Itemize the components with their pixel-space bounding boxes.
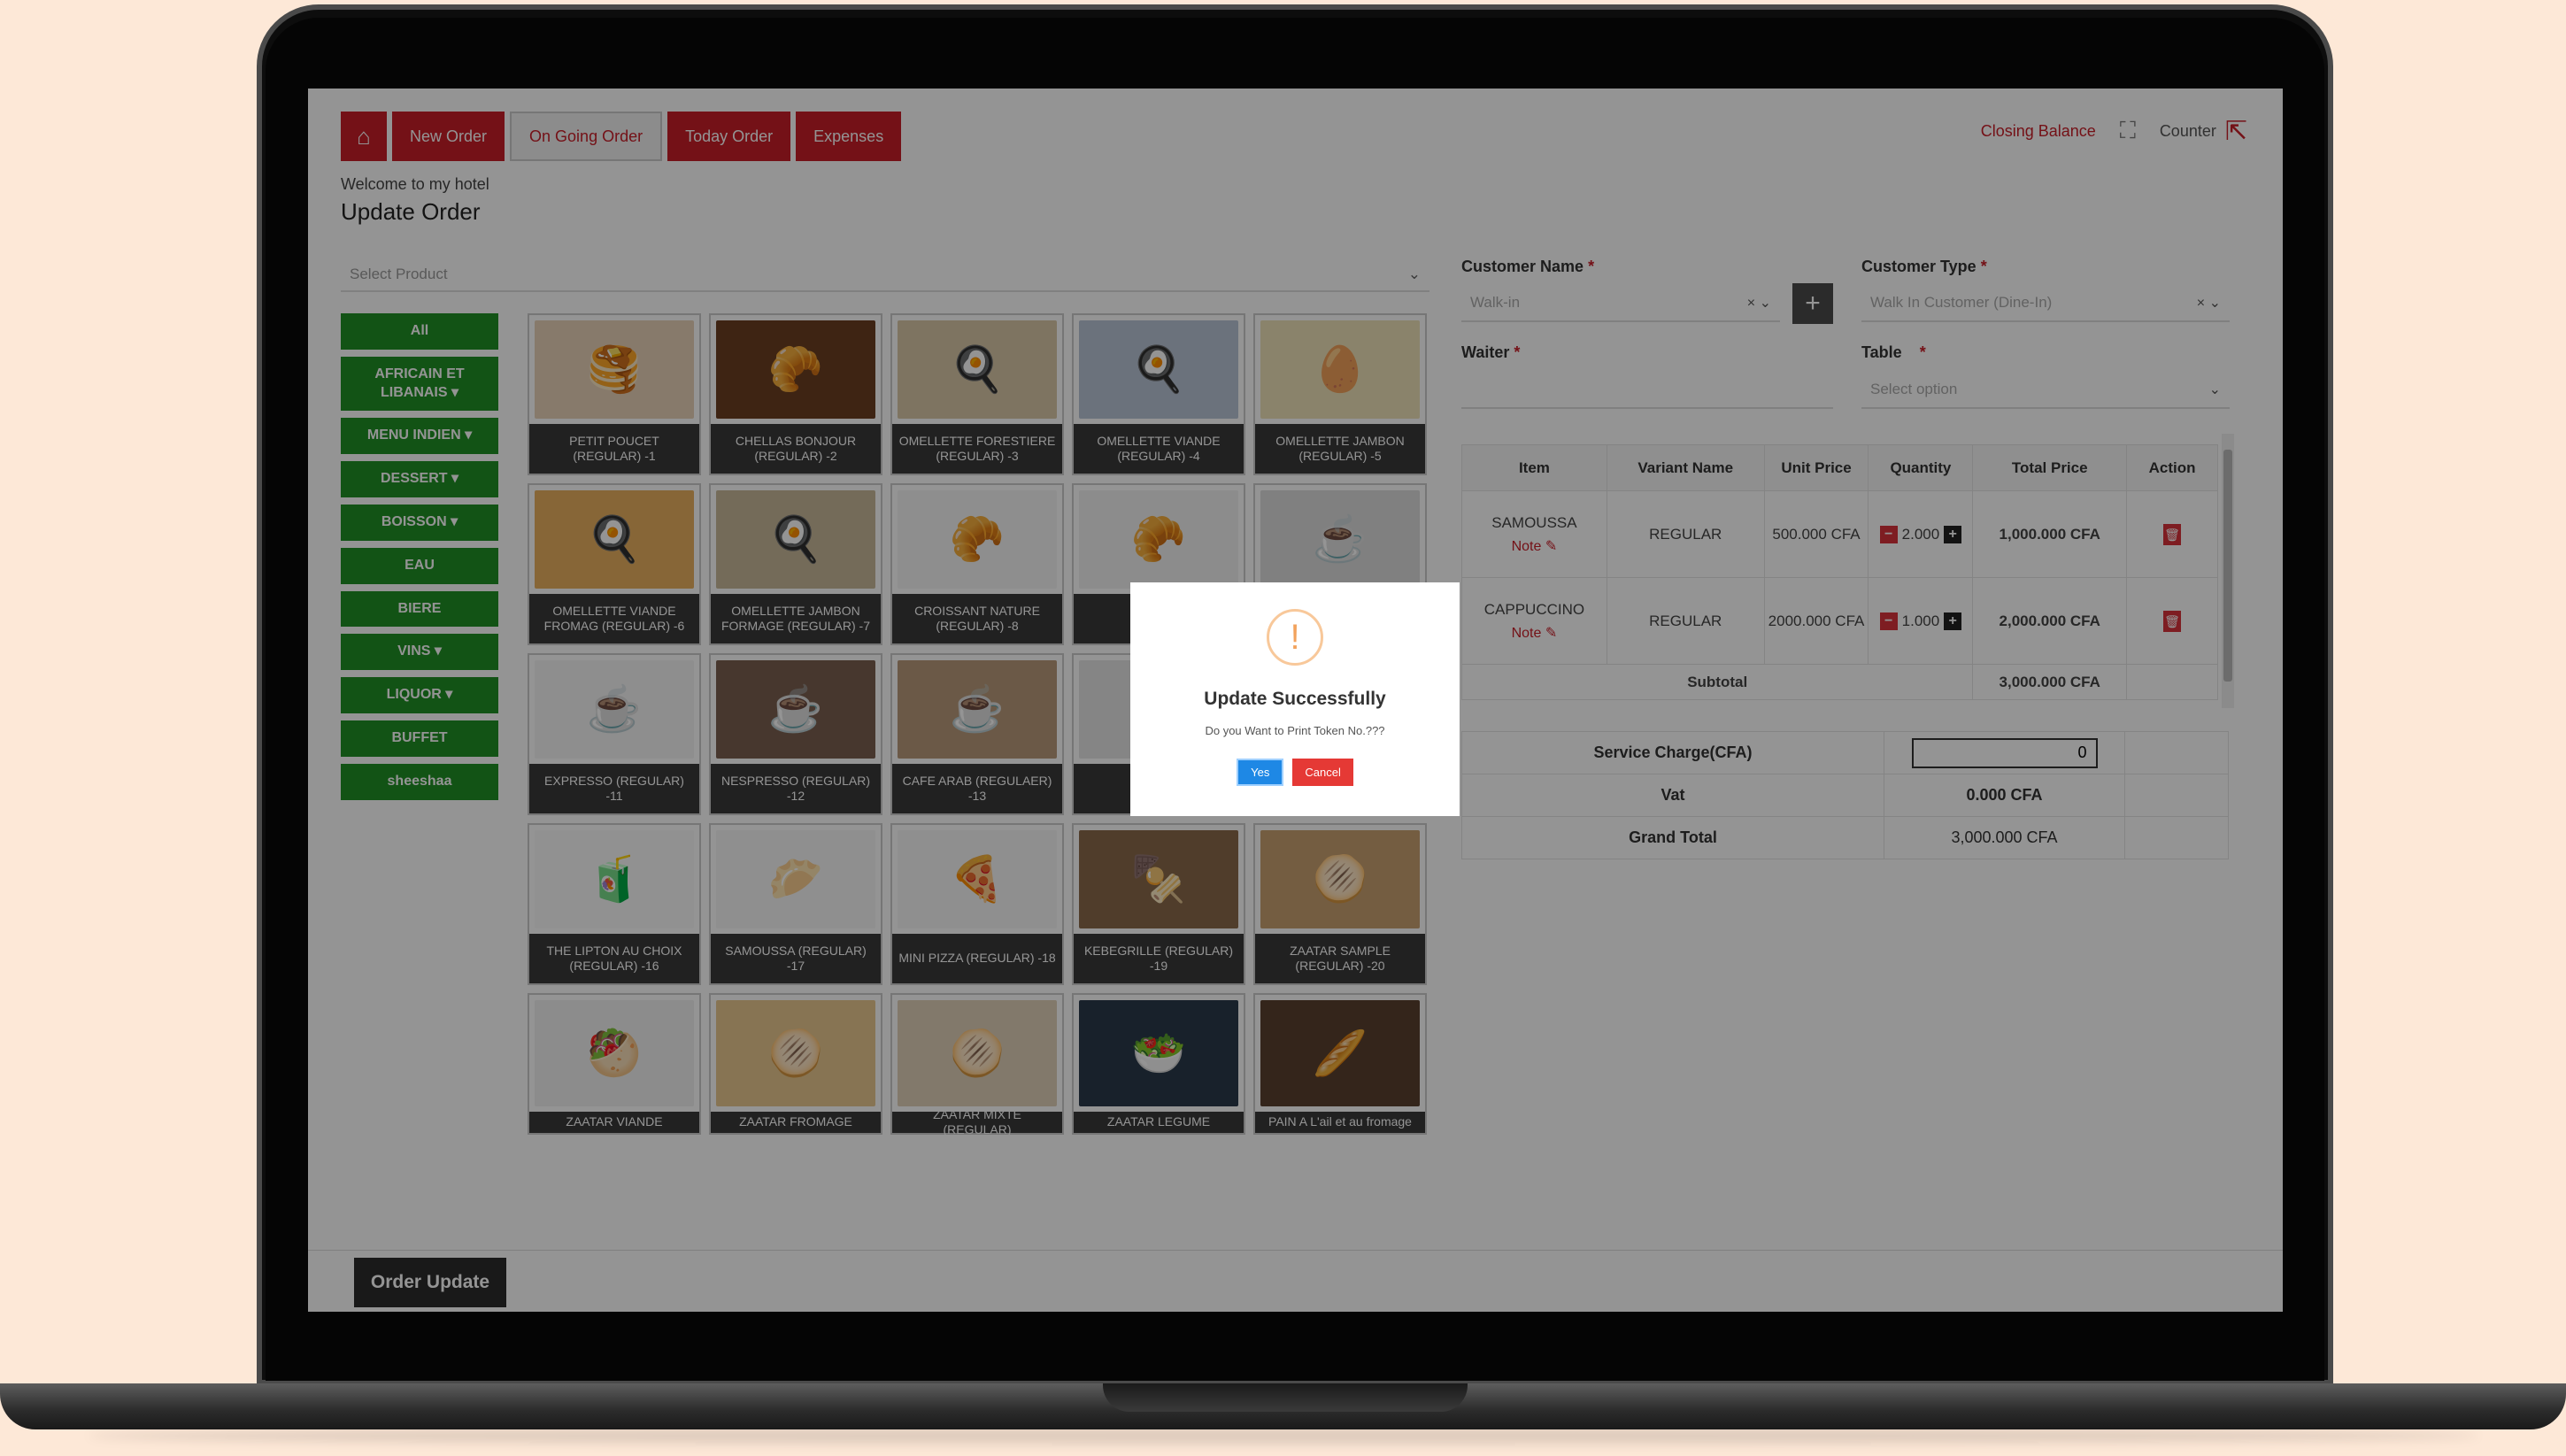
dialog-actions: Yes Cancel	[1237, 759, 1353, 786]
yes-button[interactable]: Yes	[1237, 759, 1284, 786]
warning-icon: !	[1267, 609, 1323, 666]
update-success-dialog: ! Update Successfully Do you Want to Pri…	[1130, 582, 1460, 816]
cancel-button[interactable]: Cancel	[1292, 759, 1353, 786]
laptop-shadow	[89, 1427, 2478, 1444]
dialog-title: Update Successfully	[1204, 689, 1386, 709]
app-screen: ⌂ New Order On Going Order Today Order E…	[308, 89, 2283, 1312]
dialog-message: Do you Want to Print Token No.???	[1205, 724, 1385, 737]
laptop-notch	[1103, 1383, 1468, 1412]
